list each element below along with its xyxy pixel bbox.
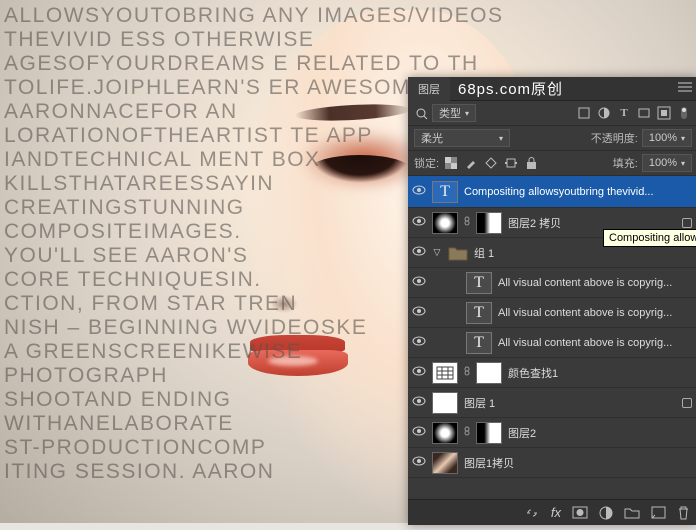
filter-type-select[interactable]: 类型 ▾ [432, 104, 476, 122]
layer-name[interactable]: All visual content above is copyrig... [498, 277, 694, 289]
visibility-toggle-icon[interactable] [412, 426, 426, 439]
layer-thumb [432, 392, 458, 414]
layer-row[interactable]: 图层1拷贝 [408, 448, 696, 478]
lock-all-icon[interactable] [523, 157, 539, 169]
lock-artboard-icon[interactable] [503, 157, 519, 169]
visibility-toggle-icon[interactable] [412, 185, 426, 198]
visibility-toggle-icon[interactable] [412, 366, 426, 379]
text-layer-thumb: T [432, 181, 458, 203]
layer-style-icon[interactable]: fx [551, 505, 561, 520]
layer-name[interactable]: 图层1拷贝 [464, 455, 694, 471]
layer-name[interactable]: 图层2 [508, 425, 694, 441]
layer-thumb [432, 422, 458, 444]
lock-label: 锁定: [414, 155, 439, 171]
layer-tooltip: Compositing allowsyou [603, 229, 696, 247]
layer-mask-thumb [476, 362, 502, 384]
layer-row[interactable]: 颜色查找1 [408, 358, 696, 388]
layers-bottom-toolbar: fx [408, 499, 696, 525]
text-layer-thumb: T [466, 302, 492, 324]
text-layer-thumb: T [466, 272, 492, 294]
blend-mode-value: 柔光 [421, 130, 443, 146]
layer-mask-thumb [476, 422, 502, 444]
layer-name[interactable]: Compositing allowsyoutbring thevivid... [464, 186, 694, 198]
visibility-toggle-icon[interactable] [412, 396, 426, 409]
watermark-text: 68ps.com原创 [458, 78, 563, 99]
visibility-toggle-icon[interactable] [412, 246, 426, 259]
layer-name[interactable]: All visual content above is copyrig... [498, 337, 694, 349]
chevron-down-icon: ▾ [681, 134, 685, 143]
chevron-down-icon: ▾ [681, 159, 685, 168]
visibility-toggle-icon[interactable] [412, 456, 426, 469]
new-group-icon[interactable] [624, 506, 640, 519]
layer-fx-badge[interactable] [682, 398, 692, 408]
filter-type-label: 类型 [439, 105, 461, 121]
adjustment-layer-icon[interactable] [599, 506, 613, 520]
layer-filter-row: 类型 ▾ T [408, 101, 696, 126]
mask-link-icon[interactable] [464, 426, 470, 439]
layers-panel: 图层 68ps.com原创 类型 ▾ T 柔光 ▾ 不透明度: 100% ▾ [408, 77, 696, 525]
lock-position-icon[interactable] [483, 157, 499, 169]
layer-mask-icon[interactable] [572, 506, 588, 519]
filter-type-text-icon[interactable]: T [616, 107, 632, 119]
link-layers-icon[interactable] [524, 506, 540, 520]
filter-pixel-icon[interactable] [576, 106, 592, 120]
layer-thumb [432, 452, 458, 474]
filter-smart-icon[interactable] [656, 106, 672, 120]
filter-kind-icon[interactable] [414, 106, 428, 120]
filter-shape-icon[interactable] [636, 106, 652, 120]
folder-icon [448, 245, 468, 261]
visibility-toggle-icon[interactable] [412, 276, 426, 289]
filter-adjust-icon[interactable] [596, 106, 612, 120]
fill-value: 100% [649, 157, 677, 169]
layer-name[interactable]: 颜色查找1 [508, 365, 694, 381]
layer-row[interactable]: 图层2 [408, 418, 696, 448]
layer-row[interactable]: 图层 1 [408, 388, 696, 418]
mask-link-icon[interactable] [464, 216, 470, 229]
visibility-toggle-icon[interactable] [412, 306, 426, 319]
delete-layer-icon[interactable] [677, 506, 690, 520]
opacity-input[interactable]: 100% ▾ [642, 129, 692, 147]
layer-name[interactable]: 图层 1 [464, 395, 676, 411]
layers-tab[interactable]: 图层 [408, 77, 450, 101]
layer-row[interactable]: T All visual content above is copyrig... [408, 328, 696, 358]
chevron-down-icon: ▾ [499, 134, 503, 143]
layers-list: T Compositing allowsyoutbring thevivid...… [408, 176, 696, 478]
layer-name[interactable]: All visual content above is copyrig... [498, 307, 694, 319]
text-layer-thumb: T [466, 332, 492, 354]
filter-toggle-icon[interactable] [676, 106, 692, 120]
lock-fill-row: 锁定: 填充: 100% ▾ [408, 151, 696, 176]
layer-row[interactable]: T All visual content above is copyrig... [408, 268, 696, 298]
layer-row[interactable]: T All visual content above is copyrig... [408, 298, 696, 328]
mask-link-icon[interactable] [464, 366, 470, 379]
lock-paint-icon[interactable] [463, 157, 479, 169]
blend-mode-select[interactable]: 柔光 ▾ [414, 129, 510, 147]
adjustment-thumb [432, 362, 458, 384]
new-layer-icon[interactable] [651, 506, 666, 519]
panel-tab-bar: 图层 68ps.com原创 [408, 77, 696, 101]
fill-input[interactable]: 100% ▾ [642, 154, 692, 172]
layer-mask-thumb [476, 212, 502, 234]
visibility-toggle-icon[interactable] [412, 216, 426, 229]
fill-label: 填充: [613, 155, 638, 171]
opacity-label: 不透明度: [591, 130, 638, 146]
blend-opacity-row: 柔光 ▾ 不透明度: 100% ▾ [408, 126, 696, 151]
chevron-down-icon: ▾ [465, 109, 469, 118]
layer-thumb [432, 212, 458, 234]
group-toggle-icon[interactable]: ▽ [432, 247, 442, 258]
opacity-value: 100% [649, 132, 677, 144]
visibility-toggle-icon[interactable] [412, 336, 426, 349]
layer-row[interactable]: T Compositing allowsyoutbring thevivid... [408, 176, 696, 208]
lock-transparent-icon[interactable] [443, 157, 459, 169]
layer-fx-badge[interactable] [682, 218, 692, 228]
panel-menu-icon[interactable] [678, 82, 692, 95]
